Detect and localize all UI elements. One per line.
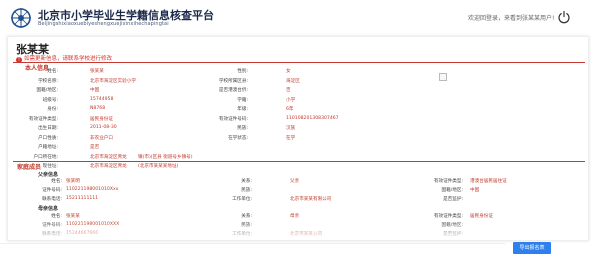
field-label: 出生日期: bbox=[38, 126, 58, 131]
field-value: 110221198001010Xxx bbox=[66, 187, 119, 192]
field-label: 民族: bbox=[241, 188, 252, 193]
field-value: 110108201308307467 bbox=[286, 115, 339, 121]
welcome-text: 欢迎回登录，来看到张某某用户! bbox=[468, 15, 555, 22]
field-label: 在学状态: bbox=[228, 135, 248, 141]
field-value: 小学 bbox=[286, 97, 296, 103]
footer-divider bbox=[0, 243, 505, 244]
field-value: 海淀区 bbox=[286, 78, 300, 84]
field-value: 110221198001010XXX bbox=[66, 222, 120, 227]
field-value: 港澳台居民居住证 bbox=[470, 179, 507, 184]
field-value: 15211111111 bbox=[66, 196, 99, 201]
field-value-extra: (北京市某某某地址) bbox=[138, 164, 179, 169]
field-value: 北京市某某有限公司 bbox=[290, 197, 332, 202]
family-divider bbox=[13, 161, 585, 162]
field-label: 工作单位: bbox=[232, 197, 252, 202]
field-label: 户口性质: bbox=[38, 135, 58, 141]
logo-icon bbox=[11, 8, 31, 28]
power-icon[interactable] bbox=[557, 10, 571, 24]
field-value: 北京市某某公司 bbox=[290, 232, 323, 237]
field-value: 15244667666 bbox=[66, 231, 99, 236]
field-value: 居民身份证 bbox=[90, 116, 113, 122]
field-value: 母亲 bbox=[290, 214, 300, 219]
field-value: N8768 bbox=[90, 106, 106, 111]
field-label: 年级: bbox=[237, 107, 248, 112]
field-value: 北京市海淀区青龙 bbox=[90, 164, 127, 169]
field-label: 性别: bbox=[237, 69, 248, 74]
field-label: 关系: bbox=[241, 179, 252, 184]
field-value: 中国 bbox=[470, 188, 480, 193]
field-label: 姓名: bbox=[51, 179, 62, 184]
site-subtitle: Beijingshixiaoxuebiyeshengxuejixinxihech… bbox=[38, 21, 169, 27]
field-label: 姓名: bbox=[51, 214, 62, 219]
field-value: 张某某 bbox=[90, 69, 104, 74]
field-label: 联系电话: bbox=[42, 197, 62, 202]
field-label: 工作单位: bbox=[232, 232, 252, 237]
father-info-title: 父亲信息 bbox=[38, 172, 59, 178]
field-label: 是否监护: bbox=[443, 232, 463, 237]
field-value: 是否 bbox=[90, 145, 100, 150]
field-value: 2011-08-30 bbox=[90, 125, 117, 130]
field-label: 有效证件号码: bbox=[218, 116, 248, 122]
field-label: 学籍: bbox=[237, 97, 248, 103]
field-label: 身份: bbox=[47, 107, 58, 112]
field-value: 北京市海淀区实验小学 bbox=[90, 78, 136, 84]
field-value-extra: 镇(市)(区县 街道号乡镇号) bbox=[138, 154, 193, 160]
field-label: 国籍/地区: bbox=[441, 188, 463, 193]
field-value: 北京市海淀区青龙 bbox=[90, 154, 127, 160]
field-value: 在学 bbox=[286, 135, 296, 141]
field-value: 居民身份证 bbox=[470, 214, 493, 219]
field-value: 6年 bbox=[286, 107, 294, 112]
field-value: 非农业户口 bbox=[90, 135, 113, 141]
field-label: 户口所在地: bbox=[33, 154, 58, 160]
field-label: 学校名称: bbox=[38, 78, 58, 84]
field-label: 学校所属区县: bbox=[218, 78, 248, 84]
export-form-button[interactable]: 导出报名表 bbox=[513, 242, 551, 254]
field-label: 关系: bbox=[241, 214, 252, 219]
field-label: 证件号码: bbox=[42, 188, 62, 193]
field-value: 张某某 bbox=[66, 214, 80, 219]
family-section-title: 家庭成员 bbox=[17, 164, 42, 171]
mother-info-title: 母亲信息 bbox=[38, 206, 59, 212]
field-value: 父亲 bbox=[290, 179, 300, 184]
field-label: 国籍/地区: bbox=[36, 88, 58, 93]
field-label: 是否港澳台侨: bbox=[218, 88, 248, 93]
field-label: 是否监护: bbox=[443, 197, 463, 202]
field-label: 有效证件类型: bbox=[28, 116, 58, 122]
field-value: 否 bbox=[286, 88, 291, 93]
field-label: 姓名: bbox=[47, 69, 58, 74]
field-label: 民族: bbox=[241, 223, 252, 228]
field-value: 汉族 bbox=[286, 126, 296, 131]
field-value: 女 bbox=[286, 69, 291, 74]
field-value: 15744958 bbox=[90, 96, 114, 102]
field-label: 民族: bbox=[237, 126, 248, 131]
field-value: 张某明 bbox=[66, 179, 80, 184]
field-label: 有效证件类型: bbox=[433, 214, 463, 219]
field-value: 中国 bbox=[90, 88, 100, 93]
field-label: 有效证件类型: bbox=[433, 179, 463, 184]
section-divider bbox=[13, 62, 585, 63]
field-label: 班级号: bbox=[42, 97, 58, 103]
photo-placeholder-icon bbox=[439, 73, 447, 81]
field-label: 联系电话: bbox=[42, 232, 62, 237]
field-label: 户籍地址: bbox=[38, 145, 58, 150]
field-label: 证件号码: bbox=[42, 223, 62, 228]
field-label: 国籍/地区: bbox=[441, 223, 463, 228]
student-info-panel: 张某某 ! 如需更新信息，请联系学校进行修改 本人信息 姓名: 张某某 性别: 女学校名… bbox=[7, 36, 589, 241]
top-header-bar: 北京市小学毕业生学籍信息核查平台 Beijingshixiaoxuebiyesh… bbox=[0, 0, 600, 36]
